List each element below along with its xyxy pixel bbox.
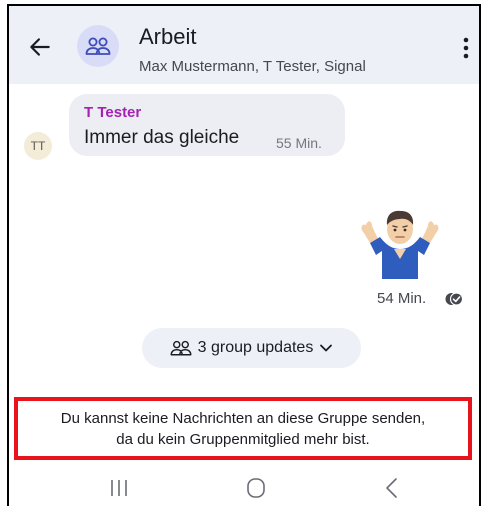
chat-title[interactable]: Arbeit <box>139 24 196 50</box>
group-icon <box>170 340 192 356</box>
group-icon <box>85 37 111 55</box>
message-sender: T Tester <box>84 104 142 121</box>
chevron-down-icon <box>320 344 333 352</box>
incoming-message-bubble[interactable]: T Tester Immer das gleiche 55 Min. <box>69 94 345 156</box>
message-time: 54 Min. <box>377 290 427 307</box>
home-icon[interactable] <box>244 476 268 500</box>
more-vert-icon[interactable] <box>455 34 477 62</box>
notice-line-1: Du kannst keine Nachrichten an diese Gru… <box>60 409 426 427</box>
chat-screen: Arbeit Max Mustermann, T Tester, Signal … <box>7 4 481 506</box>
message-text: Immer das gleiche <box>84 127 240 148</box>
not-member-notice: Du kannst keine Nachrichten an diese Gru… <box>14 397 472 460</box>
arrow-left-icon[interactable] <box>27 34 53 60</box>
recents-icon[interactable] <box>109 478 129 498</box>
back-chevron-icon[interactable] <box>381 476 403 500</box>
shrugging-person-sticker[interactable] <box>358 199 442 279</box>
group-updates-label: 3 group updates <box>197 339 314 356</box>
avatar[interactable]: TT <box>24 132 52 160</box>
chat-members[interactable]: Max Mustermann, T Tester, Signal <box>139 58 366 75</box>
delivered-check-icon <box>445 292 463 306</box>
message-time: 55 Min. <box>276 135 322 151</box>
group-updates-button[interactable]: 3 group updates <box>142 328 361 368</box>
notice-line-2: da du kein Gruppenmitglied mehr bist. <box>116 430 370 448</box>
chat-header: Arbeit Max Mustermann, T Tester, Signal <box>9 4 479 84</box>
group-avatar[interactable] <box>77 25 119 67</box>
